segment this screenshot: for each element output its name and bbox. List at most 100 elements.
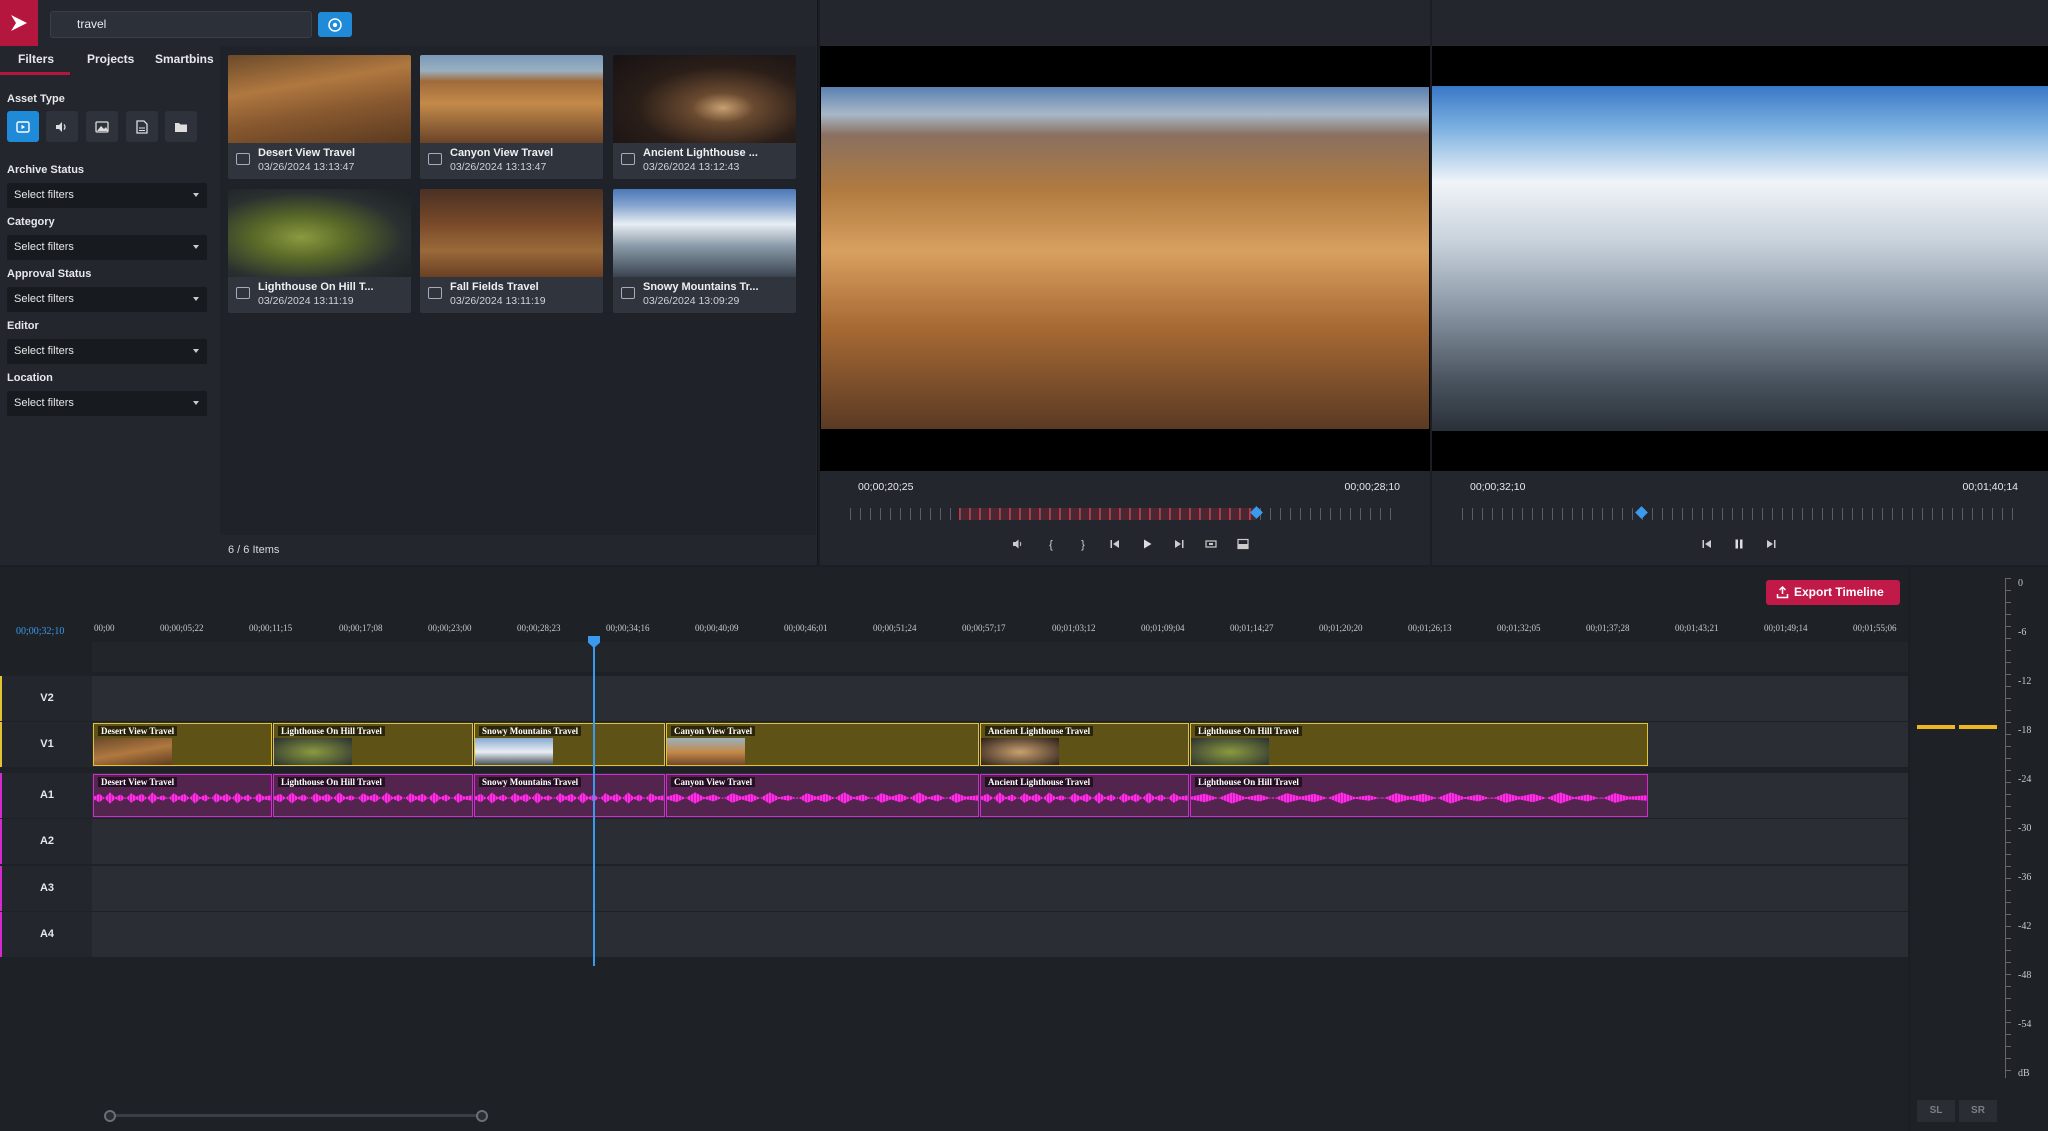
ai-search-button[interactable] — [318, 12, 352, 37]
clip-label: Lighthouse On Hill Travel — [1195, 726, 1302, 736]
mute-button[interactable] — [1011, 538, 1025, 552]
video-clip[interactable]: Canyon View Travel — [666, 723, 979, 766]
asset-title: Snowy Mountains Tr... — [643, 281, 759, 293]
audio-clip[interactable]: Canyon View Travel — [666, 774, 979, 817]
folder-type-button[interactable] — [165, 111, 197, 142]
mark-in-button[interactable]: { — [1044, 538, 1058, 552]
audio-clip[interactable]: Lighthouse On Hill Travel — [273, 774, 473, 817]
ruler-label: 00;01;26;13 — [1408, 623, 1452, 633]
video-type-button[interactable] — [7, 111, 39, 142]
tab-filters[interactable]: Filters — [18, 52, 54, 66]
ai-sparkle-icon — [328, 17, 342, 32]
editor-select[interactable]: Select filters — [7, 339, 207, 364]
video-icon — [621, 287, 635, 299]
overwrite-icon — [1237, 538, 1249, 550]
asset-card[interactable]: Ancient Lighthouse ... 03/26/2024 13:12:… — [613, 55, 796, 179]
channel-label-right: SR — [1959, 1100, 1997, 1122]
mountain-frame-image — [1432, 86, 2048, 431]
track-header-v1[interactable]: V1 — [0, 722, 92, 767]
asset-card[interactable]: Lighthouse On Hill T... 03/26/2024 13:11… — [228, 189, 411, 313]
track-row-a3[interactable] — [92, 866, 1908, 911]
waveform — [667, 792, 978, 804]
select-placeholder: Select filters — [14, 189, 74, 201]
video-clip[interactable]: Lighthouse On Hill Travel — [1190, 723, 1648, 766]
chevron-down-icon — [193, 297, 199, 301]
track-header-a3[interactable]: A3 — [0, 866, 92, 911]
asset-date: 03/26/2024 13:12:43 — [643, 161, 740, 173]
clip-thumbnail — [981, 738, 1059, 765]
track-row-v2[interactable] — [92, 676, 1908, 721]
location-select[interactable]: Select filters — [7, 391, 207, 416]
ruler-label: 00;01;43;21 — [1675, 623, 1719, 633]
step-forward-icon — [1767, 540, 1776, 548]
document-type-button[interactable] — [126, 111, 158, 142]
mark-out-button[interactable]: } — [1076, 538, 1090, 552]
scrollbar-start-handle[interactable] — [104, 1110, 116, 1122]
approval-status-select[interactable]: Select filters — [7, 287, 207, 312]
app-logo[interactable] — [0, 0, 38, 46]
timeline-horizontal-scrollbar[interactable] — [104, 1110, 488, 1122]
track-header-a1[interactable]: A1 — [0, 773, 92, 818]
category-select[interactable]: Select filters — [7, 235, 207, 260]
program-viewer: 00;00;32;10 00;01;40;14 — [1432, 0, 2048, 565]
location-label: Location — [7, 372, 53, 384]
insert-icon — [1205, 540, 1217, 548]
source-viewer: 00;00;20;25 00;00;28;10 { } — [820, 0, 1430, 565]
video-clip[interactable]: Ancient Lighthouse Travel — [980, 723, 1189, 766]
ruler-label: 00;00;57;17 — [962, 623, 1006, 633]
waveform — [94, 792, 271, 804]
asset-thumbnail — [420, 189, 603, 277]
ruler-label: 00;01;55;06 — [1853, 623, 1897, 633]
video-clip[interactable]: Lighthouse On Hill Travel — [273, 723, 473, 766]
clip-thumbnail — [94, 738, 172, 765]
audio-type-button[interactable] — [46, 111, 78, 142]
insert-button[interactable] — [1204, 538, 1218, 552]
tab-smartbins[interactable]: Smartbins — [155, 52, 214, 66]
step-forward-button[interactable] — [1172, 538, 1186, 552]
scrollbar-end-handle[interactable] — [476, 1110, 488, 1122]
play-button[interactable] — [1140, 538, 1154, 552]
step-forward-button[interactable] — [1764, 538, 1778, 552]
video-icon — [428, 287, 442, 299]
track-header-a2[interactable]: A2 — [0, 819, 92, 864]
audio-clip[interactable]: Snowy Mountains Travel — [474, 774, 665, 817]
category-label: Category — [7, 216, 55, 228]
video-frame[interactable] — [820, 46, 1430, 471]
step-back-button[interactable] — [1108, 538, 1122, 552]
step-back-button[interactable] — [1700, 538, 1714, 552]
play-icon — [1144, 539, 1152, 549]
asset-card[interactable]: Canyon View Travel 03/26/2024 13:13:47 — [420, 55, 603, 179]
asset-thumbnail — [228, 189, 411, 277]
ruler-label: 00;00;28;23 — [517, 623, 561, 633]
video-clip[interactable]: Snowy Mountains Travel — [474, 723, 665, 766]
track-header-v2[interactable]: V2 — [0, 676, 92, 721]
overwrite-button[interactable] — [1236, 538, 1250, 552]
video-frame[interactable] — [1432, 46, 2048, 471]
audio-clip[interactable]: Lighthouse On Hill Travel — [1190, 774, 1648, 817]
archive-status-select[interactable]: Select filters — [7, 183, 207, 208]
ruler-label: 00;00;34;16 — [606, 623, 650, 633]
asset-title: Canyon View Travel — [450, 147, 554, 159]
program-scrubber[interactable] — [1462, 508, 2018, 520]
track-row-a4[interactable] — [92, 912, 1908, 957]
pause-button[interactable] — [1732, 538, 1746, 552]
video-clip[interactable]: Desert View Travel — [93, 723, 272, 766]
db-label: -54 — [2018, 1019, 2032, 1030]
ruler-label: 00;00;11;15 — [249, 623, 293, 633]
asset-card[interactable]: Snowy Mountains Tr... 03/26/2024 13:09:2… — [613, 189, 796, 313]
asset-thumbnail — [420, 55, 603, 143]
track-row-a2[interactable] — [92, 819, 1908, 864]
asset-thumbnail — [228, 55, 411, 143]
audio-clip[interactable]: Ancient Lighthouse Travel — [980, 774, 1189, 817]
asset-card[interactable]: Desert View Travel 03/26/2024 13:13:47 — [228, 55, 411, 179]
clip-label: Desert View Travel — [98, 777, 178, 787]
asset-card[interactable]: Fall Fields Travel 03/26/2024 13:11:19 — [420, 189, 603, 313]
ruler-label: 00;01;03;12 — [1052, 623, 1096, 633]
export-timeline-button[interactable]: Export Timeline — [1766, 580, 1900, 605]
track-header-a4[interactable]: A4 — [0, 912, 92, 957]
step-back-icon — [1110, 540, 1119, 548]
image-type-button[interactable] — [86, 111, 118, 142]
tab-projects[interactable]: Projects — [87, 52, 134, 66]
search-input[interactable]: travel — [50, 11, 312, 38]
audio-clip[interactable]: Desert View Travel — [93, 774, 272, 817]
